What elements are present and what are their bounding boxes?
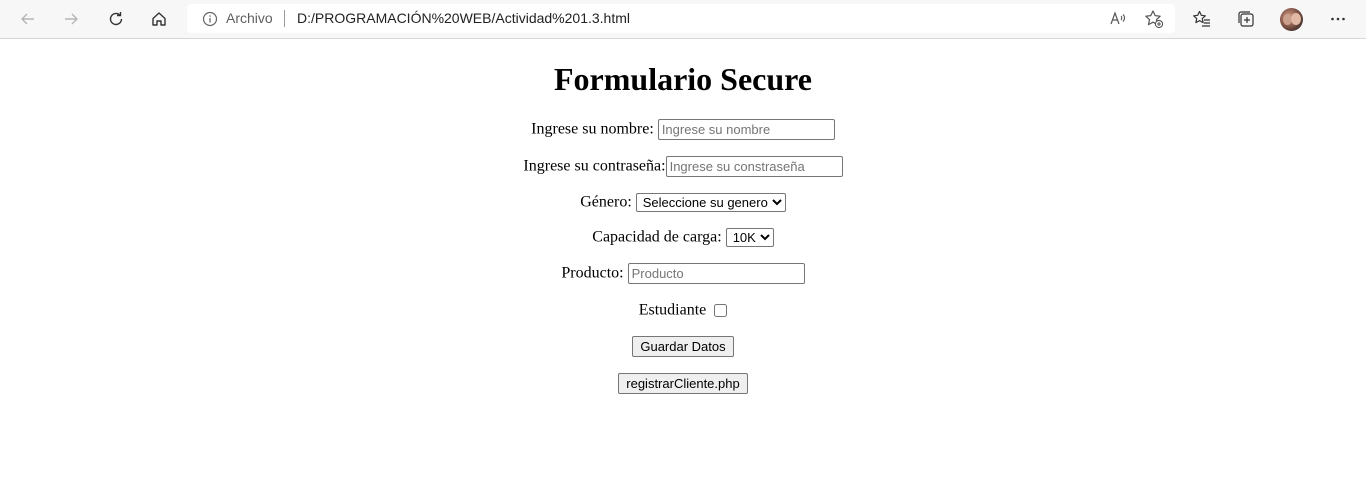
back-icon[interactable] — [14, 5, 42, 33]
info-icon[interactable] — [202, 11, 218, 32]
add-favorite-icon[interactable] — [1143, 8, 1165, 30]
avatar-face-icon — [1291, 13, 1301, 25]
favorites-icon[interactable] — [1188, 5, 1216, 33]
estudiante-row: Estudiante — [0, 300, 1366, 322]
registrar-row: registrarCliente.php — [0, 373, 1366, 395]
genero-select[interactable]: Seleccione su genero — [635, 192, 786, 212]
password-input[interactable] — [665, 156, 843, 177]
read-aloud-icon[interactable] — [1107, 8, 1129, 30]
nombre-input[interactable] — [657, 119, 835, 140]
more-icon[interactable] — [1324, 5, 1352, 33]
producto-label: Producto: — [561, 264, 624, 282]
address-bar[interactable]: Archivo D:/PROGRAMACIÓN%20WEB/Actividad%… — [187, 4, 1175, 33]
estudiante-checkbox[interactable] — [714, 303, 728, 317]
address-separator — [284, 10, 285, 27]
url-text[interactable]: D:/PROGRAMACIÓN%20WEB/Actividad%201.3.ht… — [297, 11, 630, 26]
browser-toolbar: Archivo D:/PROGRAMACIÓN%20WEB/Actividad%… — [0, 0, 1366, 39]
producto-input[interactable] — [627, 263, 805, 284]
profile-avatar[interactable] — [1280, 8, 1303, 31]
capacidad-label: Capacidad de carga: — [592, 228, 722, 246]
genero-label: Género: — [580, 193, 632, 211]
capacidad-select[interactable]: 10K — [725, 227, 774, 247]
page-title: Formulario Secure — [553, 61, 812, 97]
nombre-label: Ingrese su nombre: — [531, 120, 654, 138]
capacidad-row: Capacidad de carga: 10K — [0, 227, 1366, 249]
home-icon[interactable] — [145, 5, 173, 33]
collections-icon[interactable] — [1232, 5, 1260, 33]
refresh-icon[interactable] — [102, 5, 130, 33]
guardar-row: Guardar Datos — [0, 336, 1366, 358]
password-label: Ingrese su contraseña: — [523, 157, 666, 175]
nombre-row: Ingrese su nombre: — [0, 119, 1366, 141]
registrar-cliente-button[interactable]: registrarCliente.php — [618, 373, 748, 394]
estudiante-label: Estudiante — [638, 301, 707, 319]
producto-row: Producto: — [0, 263, 1366, 285]
forward-icon[interactable] — [57, 5, 85, 33]
guardar-datos-button[interactable]: Guardar Datos — [632, 336, 734, 357]
password-row: Ingrese su contraseña: — [0, 156, 1366, 178]
address-prefix: Archivo — [226, 10, 273, 26]
genero-row: Género: Seleccione su genero — [0, 192, 1366, 214]
